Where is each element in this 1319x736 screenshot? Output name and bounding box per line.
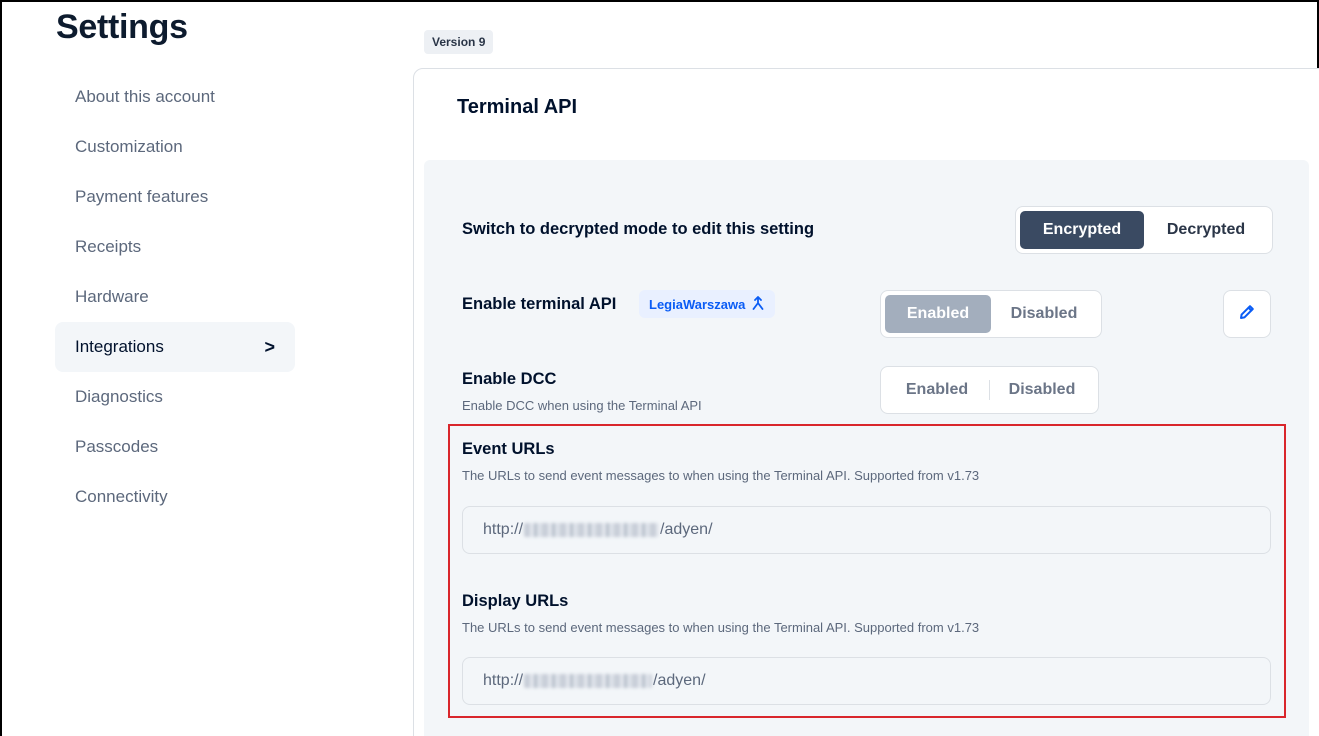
display-urls-description: The URLs to send event messages to when … <box>462 620 980 635</box>
sidebar-item-hardware[interactable]: Hardware <box>55 272 295 322</box>
sidebar-item-label: Receipts <box>75 237 142 256</box>
chevron-right-icon: > <box>264 336 275 357</box>
edit-terminal-api-button[interactable] <box>1223 290 1271 338</box>
redacted-host <box>524 674 653 688</box>
dcc-label: Enable DCC <box>462 370 557 388</box>
sidebar-item-connectivity[interactable]: Connectivity <box>55 472 295 522</box>
sidebar-item-about-this-account[interactable]: About this account <box>55 72 295 122</box>
dcc-toggle: Enabled Disabled <box>880 366 1099 414</box>
pencil-icon <box>1238 303 1256 326</box>
sidebar-item-passcodes[interactable]: Passcodes <box>55 422 295 472</box>
sidebar-item-label: Customization <box>75 137 183 156</box>
dcc-description: Enable DCC when using the Terminal API <box>462 398 702 413</box>
sidebar-item-label: Hardware <box>75 287 149 306</box>
sidebar-item-integrations[interactable]: Integrations > <box>55 322 295 372</box>
redacted-host <box>524 523 660 537</box>
terminal-api-toggle: Enabled Disabled <box>880 290 1102 338</box>
page-title: Settings <box>56 8 188 46</box>
settings-sidebar: About this account Customization Payment… <box>55 72 295 522</box>
version-badge: Version 9 <box>424 30 494 54</box>
terminal-api-enabled-option[interactable]: Enabled <box>885 295 991 333</box>
sidebar-item-label: Connectivity <box>75 487 168 506</box>
sidebar-item-label: Payment features <box>75 187 209 206</box>
sidebar-item-customization[interactable]: Customization <box>55 122 295 172</box>
sidebar-item-diagnostics[interactable]: Diagnostics <box>55 372 295 422</box>
mode-row-label: Switch to decrypted mode to edit this se… <box>462 220 815 238</box>
sidebar-item-receipts[interactable]: Receipts <box>55 222 295 272</box>
url-prefix: http:// <box>483 521 524 538</box>
inherit-arrow-icon <box>751 295 765 313</box>
event-urls-description: The URLs to send event messages to when … <box>462 468 980 483</box>
sidebar-item-label: Integrations <box>75 337 164 356</box>
terminal-api-label: Enable terminal API <box>462 295 617 313</box>
inherited-from-label: LegiaWarszawa <box>649 296 746 312</box>
dcc-disabled-option[interactable]: Disabled <box>990 371 1094 409</box>
dcc-enabled-option[interactable]: Enabled <box>885 371 989 409</box>
url-suffix: /adyen/ <box>653 672 706 689</box>
terminal-api-disabled-option[interactable]: Disabled <box>991 295 1097 333</box>
display-urls-label: Display URLs <box>462 592 569 610</box>
event-urls-label: Event URLs <box>462 440 555 458</box>
display-url-field[interactable]: http:// /adyen/ <box>462 657 1271 705</box>
mode-toggle: Encrypted Decrypted <box>1015 206 1273 254</box>
encrypted-option[interactable]: Encrypted <box>1020 211 1144 249</box>
url-prefix: http:// <box>483 672 524 689</box>
decrypted-option[interactable]: Decrypted <box>1144 211 1268 249</box>
sidebar-item-label: About this account <box>75 87 215 106</box>
sidebar-item-label: Diagnostics <box>75 387 163 406</box>
url-suffix: /adyen/ <box>660 521 713 538</box>
event-url-field[interactable]: http:// /adyen/ <box>462 506 1271 554</box>
card-title: Terminal API <box>457 96 578 118</box>
sidebar-item-payment-features[interactable]: Payment features <box>55 172 295 222</box>
inherited-from-chip[interactable]: LegiaWarszawa <box>639 290 776 318</box>
sidebar-item-label: Passcodes <box>75 437 159 456</box>
